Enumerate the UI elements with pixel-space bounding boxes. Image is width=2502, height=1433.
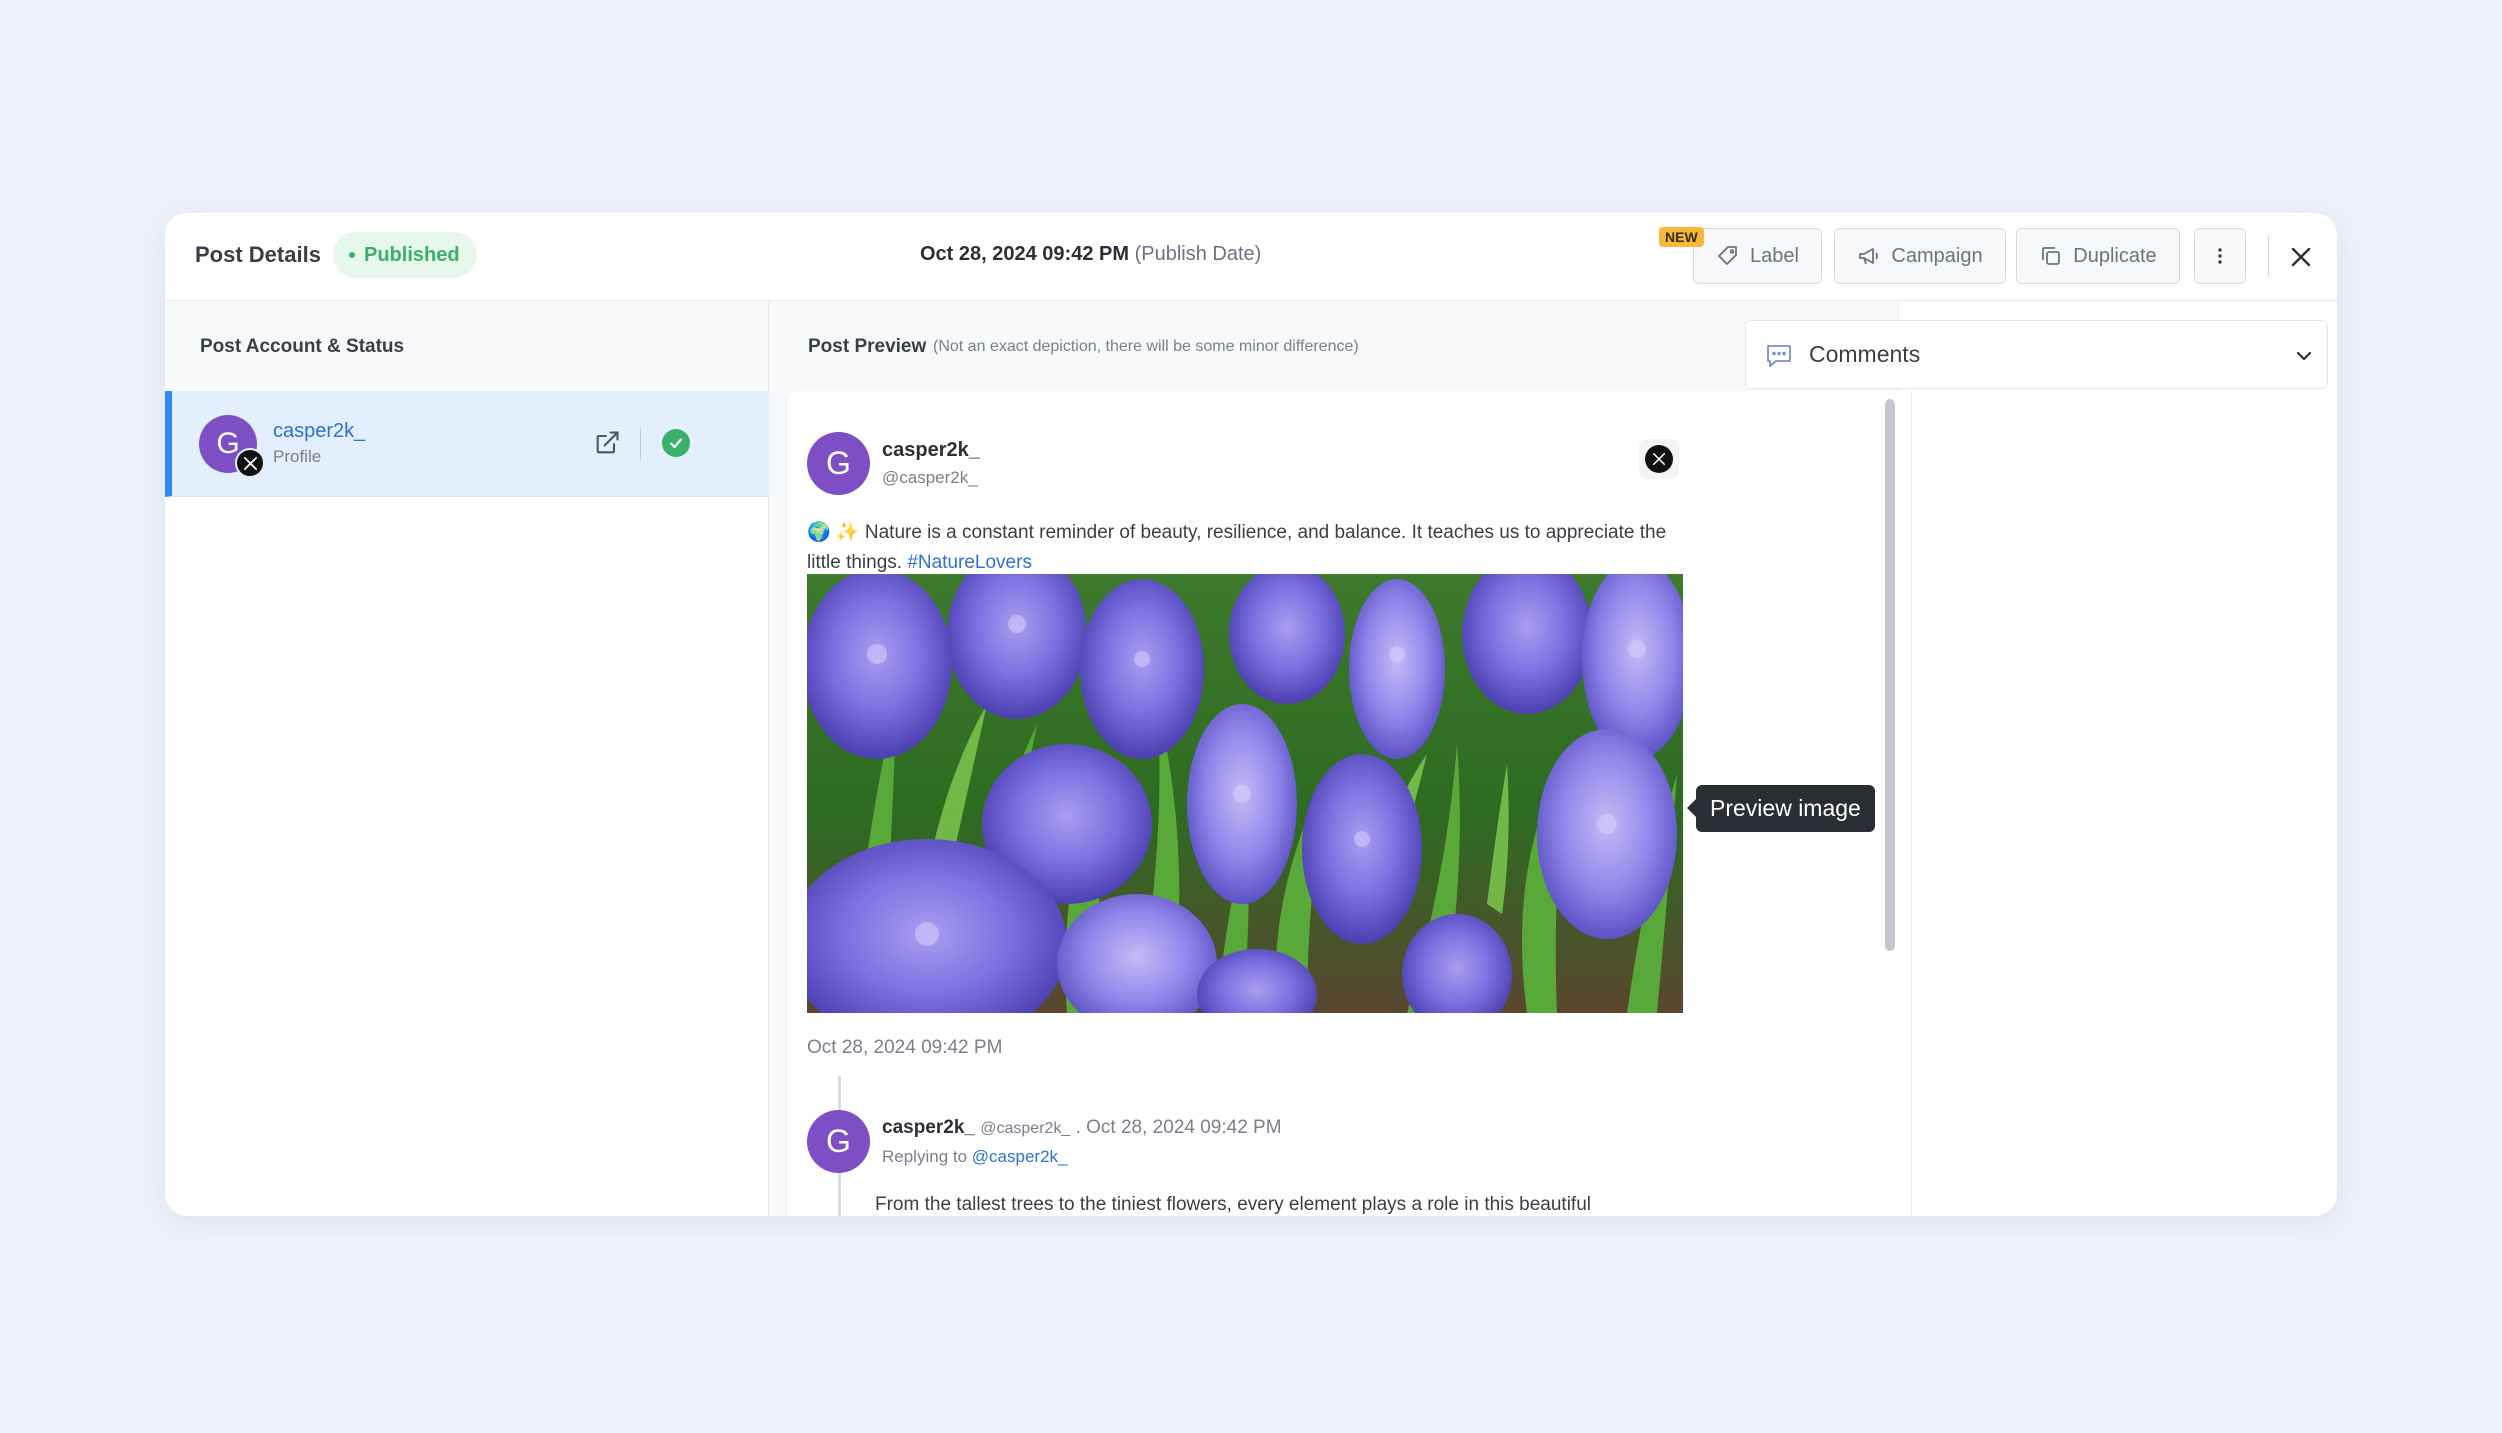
preview-image-tooltip: Preview image xyxy=(1687,785,1875,832)
avatar: G xyxy=(807,1110,870,1173)
account-status-heading: Post Account & Status xyxy=(165,301,768,390)
post-preview-header: Post Preview (Not an exact depiction, th… xyxy=(769,301,1898,390)
account-status-panel: Post Account & Status G casper2k_ Profil… xyxy=(165,301,769,1216)
reply-separator: . xyxy=(1075,1117,1081,1138)
new-badge: NEW xyxy=(1659,227,1704,247)
replying-to: Replying to @casper2k_ xyxy=(882,1147,1068,1167)
post-details-modal: Post Details Published Oct 28, 2024 09:4… xyxy=(165,213,2337,1216)
x-platform-badge xyxy=(1639,439,1679,479)
status-badge: Published xyxy=(333,232,477,278)
publish-date: Oct 28, 2024 09:42 PM (Publish Date) xyxy=(920,243,1261,266)
copy-icon xyxy=(2042,247,2061,265)
post-preview-panel: Post Preview (Not an exact depiction, th… xyxy=(769,301,1912,1216)
x-logo-icon xyxy=(235,448,265,478)
status-dot-icon xyxy=(349,252,355,258)
header-divider xyxy=(2268,235,2269,277)
duplicate-button-text: Duplicate xyxy=(2073,244,2157,267)
replying-to-label: Replying to xyxy=(882,1147,968,1166)
account-row[interactable]: G casper2k_ Profile xyxy=(165,391,769,497)
x-logo-icon xyxy=(1645,445,1673,473)
chevron-down-icon xyxy=(2296,351,2312,361)
campaign-button[interactable]: Campaign xyxy=(1834,228,2006,284)
label-button[interactable]: Label xyxy=(1693,228,1822,284)
megaphone-icon xyxy=(1859,248,1879,265)
external-link-icon[interactable] xyxy=(593,429,621,457)
label-button-text: Label xyxy=(1750,244,1799,267)
close-icon xyxy=(2291,247,2311,267)
post-image[interactable] xyxy=(807,574,1683,1013)
check-icon xyxy=(662,429,690,457)
more-vertical-icon xyxy=(2218,248,2222,264)
post-text: 🌍 ✨ Nature is a constant reminder of bea… xyxy=(807,518,1687,578)
post-preview-note: (Not an exact depiction, there will be s… xyxy=(933,338,1359,355)
post-date: Oct 28, 2024 09:42 PM xyxy=(807,1037,1003,1058)
tag-icon xyxy=(1718,246,1737,265)
status-label: Published xyxy=(364,243,460,266)
close-button[interactable] xyxy=(2282,238,2320,276)
hashtag-link[interactable]: #NatureLovers xyxy=(907,552,1032,573)
preview-scrollbar[interactable] xyxy=(1885,399,1895,951)
account-type: Profile xyxy=(273,447,322,466)
comments-accordion[interactable]: Comments xyxy=(1745,320,2328,389)
reply-author-handle: @casper2k_ xyxy=(980,1120,1071,1137)
comment-icon xyxy=(1767,345,1791,367)
reply-text: From the tallest trees to the tiniest fl… xyxy=(875,1194,1591,1215)
reply-author-name: casper2k_ xyxy=(882,1117,975,1138)
post-preview-heading: Post Preview xyxy=(808,336,927,357)
mention-link[interactable]: @casper2k_ xyxy=(972,1147,1068,1166)
comments-label: Comments xyxy=(1809,341,1921,367)
account-row-divider xyxy=(640,427,641,461)
post-author-name: casper2k_ xyxy=(882,439,980,461)
publish-date-suffix: (Publish Date) xyxy=(1134,243,1262,265)
post-author-handle: @casper2k_ xyxy=(882,468,978,487)
campaign-button-text: Campaign xyxy=(1891,244,1983,267)
page-title: Post Details xyxy=(195,242,321,267)
avatar: G xyxy=(807,432,870,495)
reply-date: Oct 28, 2024 09:42 PM xyxy=(1086,1117,1282,1138)
publish-date-value: Oct 28, 2024 09:42 PM xyxy=(920,243,1130,265)
account-name[interactable]: casper2k_ xyxy=(273,420,365,443)
reply-meta: casper2k_ @casper2k_ . Oct 28, 2024 09:4… xyxy=(882,1117,1282,1139)
duplicate-button[interactable]: Duplicate xyxy=(2016,228,2180,284)
hyacinth-photo xyxy=(807,574,1683,1013)
modal-header: Post Details Published Oct 28, 2024 09:4… xyxy=(165,213,2337,301)
more-options-button[interactable] xyxy=(2194,228,2246,284)
